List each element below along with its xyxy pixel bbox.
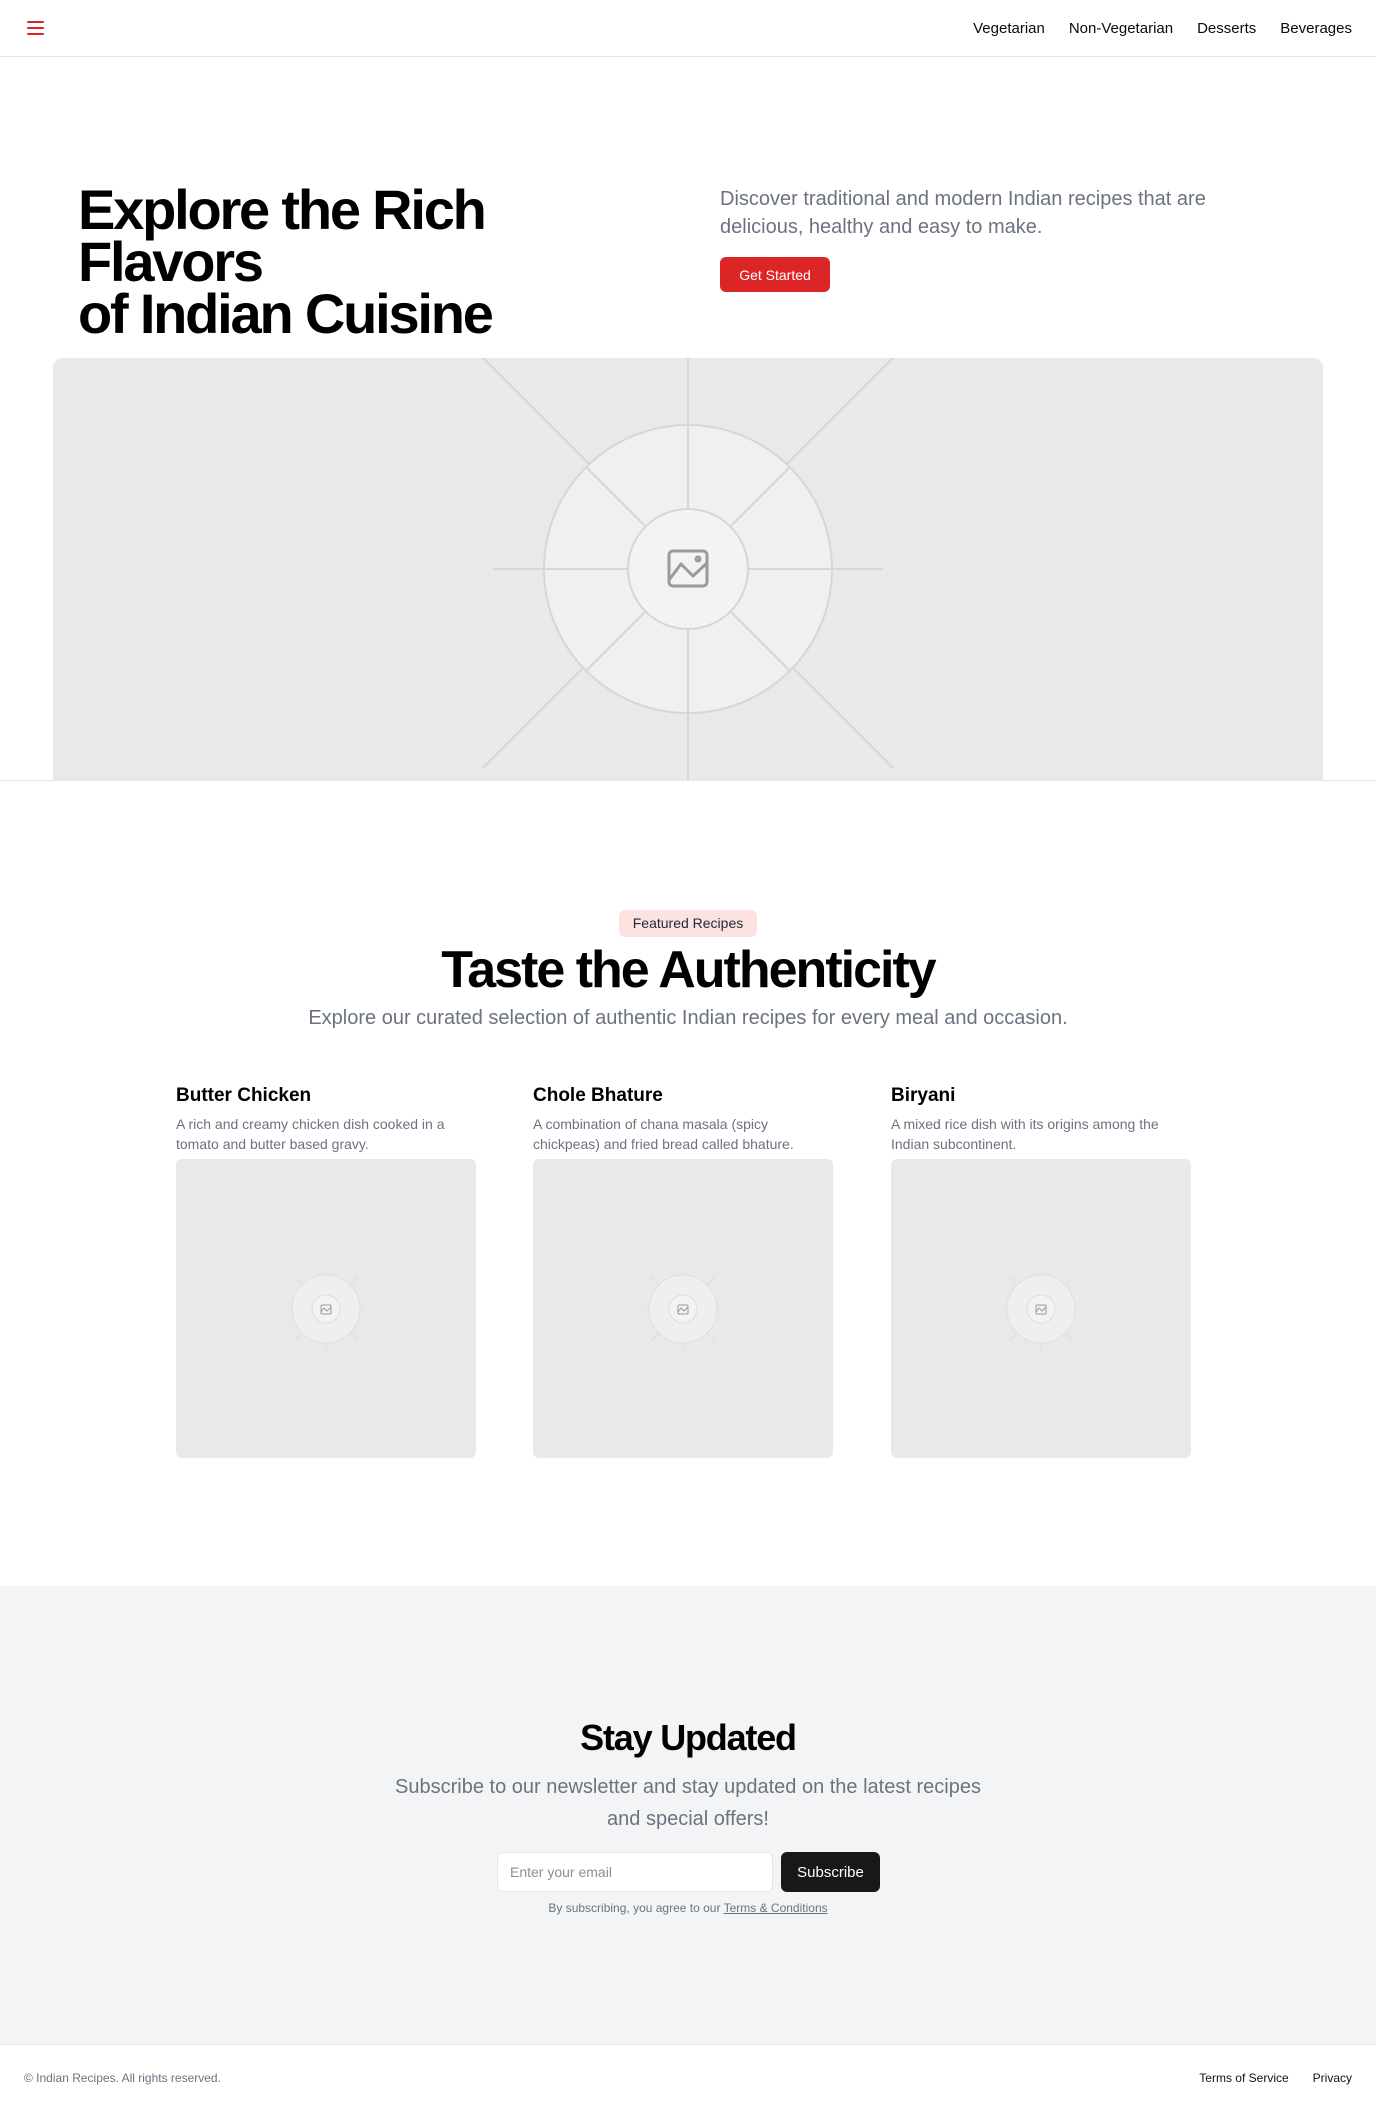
recipe-card-image — [176, 1159, 476, 1458]
site-footer: © Indian Recipes. All rights reserved. T… — [0, 2044, 1376, 2110]
image-placeholder-icon — [643, 1269, 723, 1349]
terms-link[interactable]: Terms & Conditions — [724, 1901, 828, 1915]
get-started-button[interactable]: Get Started — [720, 257, 830, 292]
email-input[interactable] — [497, 1852, 773, 1892]
footer-links: Terms of Service Privacy — [1199, 2069, 1352, 2087]
hero-title-line-2: of Indian Cuisine — [78, 282, 494, 345]
recipe-card-biryani[interactable]: Biryani A mixed rice dish with its origi… — [891, 1084, 1191, 1458]
nav-link-non-vegetarian[interactable]: Non-Vegetarian — [1069, 20, 1173, 37]
nav-link-desserts[interactable]: Desserts — [1197, 20, 1256, 37]
newsletter-subtitle: Subscribe to our newsletter and stay upd… — [395, 1776, 981, 1830]
site-header: Vegetarian Non-Vegetarian Desserts Bever… — [0, 0, 1376, 57]
nav-link-vegetarian[interactable]: Vegetarian — [973, 20, 1045, 37]
recipe-card-description: A mixed rice dish with its origins among… — [891, 1116, 1159, 1152]
recipe-card-title: Chole Bhature — [533, 1085, 663, 1106]
hero-image-placeholder — [53, 358, 1323, 780]
main-nav: Vegetarian Non-Vegetarian Desserts Bever… — [973, 0, 1352, 56]
hero-title-line-1: Explore the Rich Flavors — [78, 178, 487, 293]
hero-title: Explore the Rich Flavors of Indian Cuisi… — [78, 182, 678, 342]
hero-description: Discover traditional and modern Indian r… — [720, 188, 1206, 238]
terms-prefix: By subscribing, you agree to our — [548, 1901, 724, 1915]
menu-bar — [27, 21, 44, 23]
recipe-card-image — [533, 1159, 833, 1458]
subscribe-button[interactable]: Subscribe — [781, 1852, 880, 1892]
featured-title: Taste the Authenticity — [441, 941, 936, 999]
newsletter-terms: By subscribing, you agree to our Terms &… — [0, 1899, 1376, 1917]
image-placeholder-icon — [482, 358, 894, 780]
newsletter-section: Stay Updated Subscribe to our newsletter… — [0, 1586, 1376, 2044]
recipe-card-chole-bhature[interactable]: Chole Bhature A combination of chana mas… — [533, 1084, 833, 1458]
recipe-card-description: A combination of chana masala (spicy chi… — [533, 1116, 794, 1152]
featured-badge: Featured Recipes — [619, 910, 757, 937]
image-placeholder-icon — [286, 1269, 366, 1349]
nav-link-beverages[interactable]: Beverages — [1280, 20, 1352, 37]
footer-link-privacy[interactable]: Privacy — [1313, 2069, 1352, 2087]
menu-bar — [27, 27, 44, 29]
footer-link-terms[interactable]: Terms of Service — [1199, 2069, 1288, 2087]
recipe-card-description: A rich and creamy chicken dish cooked in… — [176, 1116, 445, 1152]
menu-bar — [27, 33, 44, 35]
image-placeholder-icon — [1001, 1269, 1081, 1349]
recipe-card-title: Biryani — [891, 1085, 956, 1106]
newsletter-title: Stay Updated — [580, 1717, 797, 1758]
recipe-card-butter-chicken[interactable]: Butter Chicken A rich and creamy chicken… — [176, 1084, 476, 1458]
copyright-text: © Indian Recipes. All rights reserved. — [24, 2071, 221, 2085]
recipe-card-image — [891, 1159, 1191, 1458]
recipe-card-title: Butter Chicken — [176, 1085, 312, 1106]
hamburger-menu-icon[interactable] — [25, 18, 47, 38]
section-divider — [0, 780, 1376, 781]
featured-subtitle: Explore our curated selection of authent… — [308, 1007, 1068, 1029]
